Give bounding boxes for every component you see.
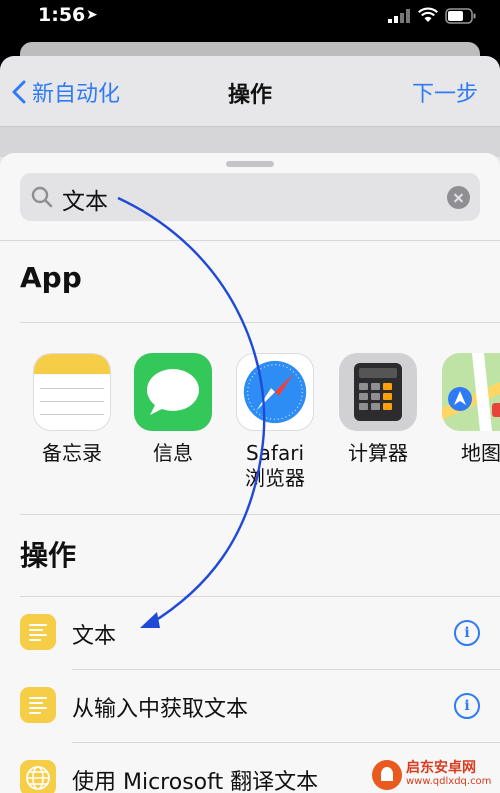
sheet-grabber[interactable] — [226, 161, 274, 167]
actions-sheet: 文本 App 备忘录 信息 Safari 浏览器 计算器 地图 操作 文本 i … — [0, 153, 500, 793]
wifi-icon — [418, 7, 438, 22]
divider — [20, 322, 500, 323]
battery-icon — [445, 8, 476, 24]
action-row-text[interactable]: 文本 i — [0, 597, 500, 669]
search-input[interactable]: 文本 — [62, 182, 108, 216]
watermark: 启东安卓网 www.qdlxdq.com — [372, 757, 491, 793]
divider — [0, 240, 500, 241]
location-arrow-icon: ➤ — [86, 7, 98, 23]
watermark-url: www.qdlxdq.com — [406, 776, 492, 787]
calculator-icon — [339, 353, 417, 431]
notes-icon — [33, 353, 111, 431]
app-maps[interactable]: 地图 — [442, 353, 500, 466]
app-label: 信息 — [153, 441, 193, 465]
clear-search-icon[interactable] — [447, 186, 470, 209]
app-label: 备忘录 — [42, 441, 102, 465]
info-icon[interactable]: i — [454, 693, 480, 719]
cellular-signal-icon — [388, 9, 410, 23]
search-field[interactable]: 文本 — [20, 173, 480, 221]
navigation-bar: 新自动化 操作 下一步 — [0, 56, 500, 126]
app-messages[interactable]: 信息 — [134, 353, 212, 466]
status-bar: 1:56 ➤ — [0, 0, 500, 40]
divider — [20, 514, 500, 515]
section-title-apps: App — [20, 261, 82, 294]
app-safari[interactable]: Safari 浏览器 — [236, 353, 314, 491]
globe-icon — [20, 760, 56, 793]
watermark-logo-icon — [372, 760, 402, 790]
action-row-get-text-from-input[interactable]: 从输入中获取文本 i — [0, 670, 500, 742]
text-action-icon — [20, 614, 56, 650]
messages-icon — [134, 353, 212, 431]
app-label: 计算器 — [348, 441, 408, 465]
safari-icon — [236, 353, 314, 431]
action-label: 使用 Microsoft 翻译文本 — [72, 770, 319, 793]
section-title-actions: 操作 — [20, 539, 77, 572]
action-label: 文本 — [72, 624, 117, 649]
app-label: 地图 — [461, 441, 500, 465]
text-action-icon — [20, 687, 56, 723]
status-time: 1:56 — [38, 4, 86, 26]
watermark-title: 启东安卓网 — [406, 760, 476, 776]
info-icon[interactable]: i — [454, 620, 480, 646]
maps-icon — [442, 353, 500, 431]
next-button[interactable]: 下一步 — [412, 76, 478, 108]
search-icon — [31, 186, 53, 208]
action-label: 从输入中获取文本 — [72, 697, 249, 722]
app-calculator[interactable]: 计算器 — [339, 353, 417, 466]
app-label: Safari 浏览器 — [245, 441, 305, 490]
app-notes[interactable]: 备忘录 — [33, 353, 111, 466]
